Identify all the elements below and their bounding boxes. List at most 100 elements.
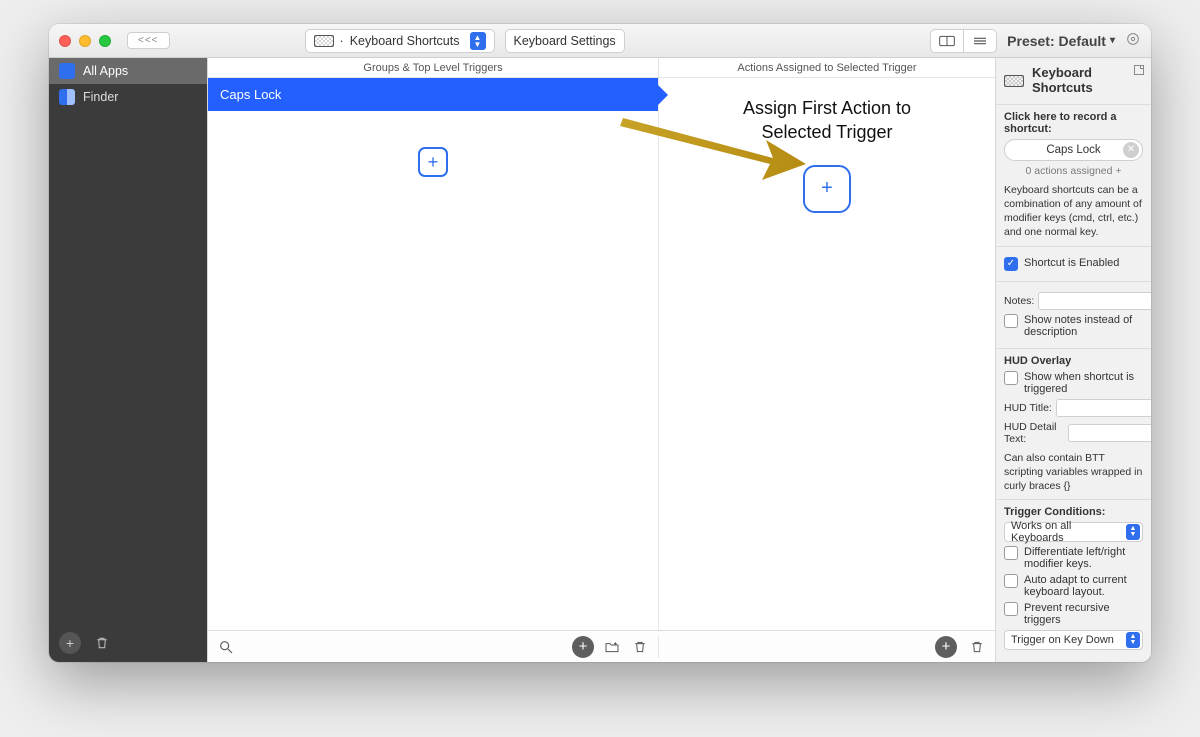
note-icon[interactable] bbox=[1133, 64, 1145, 76]
actions-header: Actions Assigned to Selected Trigger bbox=[659, 58, 995, 77]
hud-title-input[interactable] bbox=[1056, 399, 1151, 417]
sidebar-footer: + bbox=[49, 624, 207, 662]
keyboard-scope-value: Works on all Keyboards bbox=[1011, 520, 1124, 544]
view-mode-toggle bbox=[930, 29, 997, 53]
popup-arrows-icon: ▲▼ bbox=[1126, 632, 1140, 648]
globe-icon bbox=[59, 63, 75, 79]
popup-divider: · bbox=[340, 34, 344, 48]
notes-section: Notes: 😀 Show notes instead of descripti… bbox=[996, 282, 1151, 349]
shortcut-recorder[interactable]: Caps Lock ✕ bbox=[1004, 139, 1143, 161]
notes-label: Notes: bbox=[1004, 295, 1034, 307]
delete-trigger-button[interactable] bbox=[630, 637, 650, 657]
show-notes-checkbox[interactable]: Show notes instead of description bbox=[1004, 314, 1143, 338]
remove-app-button[interactable] bbox=[91, 632, 113, 654]
add-trigger-button[interactable]: + bbox=[418, 147, 448, 177]
keyboard-icon bbox=[1004, 75, 1024, 87]
window-controls bbox=[59, 35, 111, 47]
trigger-type-popup[interactable]: · Keyboard Shortcuts ▲▼ bbox=[305, 29, 495, 53]
show-notes-label: Show notes instead of description bbox=[1024, 314, 1143, 338]
checkbox-icon bbox=[1004, 546, 1018, 560]
differentiate-modifiers-checkbox[interactable]: Differentiate left/right modifier keys. bbox=[1004, 546, 1143, 570]
hud-show-checkbox[interactable]: Show when shortcut is triggered bbox=[1004, 371, 1143, 395]
add-trigger-footer-button[interactable]: + bbox=[572, 636, 594, 658]
list-icon bbox=[972, 34, 988, 48]
inspector-title: Keyboard Shortcuts bbox=[1032, 66, 1143, 96]
main-panel: Groups & Top Level Triggers Actions Assi… bbox=[207, 58, 995, 662]
preset-popup[interactable]: Preset: Default ▾ bbox=[1007, 33, 1115, 49]
hud-detail-input[interactable] bbox=[1068, 424, 1151, 442]
assign-action-title: Assign First Action to Selected Trigger bbox=[743, 96, 911, 145]
folder-plus-icon bbox=[604, 639, 620, 655]
sidebar-item-finder[interactable]: Finder bbox=[49, 84, 207, 110]
columns-icon bbox=[939, 34, 955, 48]
settings-gear-button[interactable] bbox=[1125, 31, 1141, 50]
actions-assigned-label[interactable]: 0 actions assigned + bbox=[1004, 165, 1143, 177]
key-event-value: Trigger on Key Down bbox=[1011, 634, 1114, 646]
conditions-title: Trigger Conditions: bbox=[1004, 506, 1143, 518]
main-body: Caps Lock + Assign First Action to Selec… bbox=[208, 78, 995, 630]
titlebar: <<< · Keyboard Shortcuts ▲▼ Keyboard Set… bbox=[49, 24, 1151, 58]
key-event-select[interactable]: Trigger on Key Down ▲▼ bbox=[1004, 630, 1143, 650]
notes-input[interactable] bbox=[1038, 292, 1151, 310]
checkbox-icon bbox=[1004, 602, 1018, 616]
inspector-panel: Keyboard Shortcuts Click here to record … bbox=[995, 58, 1151, 662]
hud-detail-label: HUD Detail Text: bbox=[1004, 421, 1064, 445]
triggers-column: Caps Lock + bbox=[208, 78, 659, 630]
assign-first-action-button[interactable]: + bbox=[803, 165, 851, 213]
content-area: All Apps Finder + Groups & Top Level Tri… bbox=[49, 58, 1151, 662]
cond-recursive-label: Prevent recursive triggers bbox=[1024, 602, 1143, 626]
chevron-down-icon: ▾ bbox=[1110, 35, 1115, 46]
groups-header: Groups & Top Level Triggers bbox=[208, 58, 659, 77]
checkbox-icon bbox=[1004, 574, 1018, 588]
checkbox-icon bbox=[1004, 371, 1018, 385]
finder-icon bbox=[59, 89, 75, 105]
keyboard-scope-select[interactable]: Works on all Keyboards ▲▼ bbox=[1004, 522, 1143, 542]
checkbox-icon: ✓ bbox=[1004, 257, 1018, 271]
zoom-window-button[interactable] bbox=[99, 35, 111, 47]
clear-shortcut-button[interactable]: ✕ bbox=[1123, 142, 1139, 158]
popup-arrows-icon: ▲▼ bbox=[470, 32, 486, 50]
auto-adapt-checkbox[interactable]: Auto adapt to current keyboard layout. bbox=[1004, 574, 1143, 598]
search-icon bbox=[218, 639, 234, 655]
trash-icon bbox=[969, 639, 985, 655]
record-prompt: Click here to record a shortcut: bbox=[1004, 111, 1143, 135]
shortcut-help-text: Keyboard shortcuts can be a combination … bbox=[1004, 183, 1143, 240]
search-button[interactable] bbox=[216, 637, 236, 657]
trash-icon bbox=[632, 639, 648, 655]
add-app-button[interactable]: + bbox=[59, 632, 81, 654]
hud-section: HUD Overlay Show when shortcut is trigge… bbox=[996, 349, 1151, 501]
shortcut-value: Caps Lock bbox=[1046, 144, 1100, 156]
new-folder-button[interactable] bbox=[602, 637, 622, 657]
enabled-section: ✓ Shortcut is Enabled bbox=[996, 247, 1151, 282]
actions-footer: + bbox=[659, 636, 995, 658]
hud-section-title: HUD Overlay bbox=[1004, 355, 1143, 367]
preset-label-text: Preset: Default bbox=[1007, 33, 1106, 49]
cond-auto-label: Auto adapt to current keyboard layout. bbox=[1024, 574, 1143, 598]
minimize-window-button[interactable] bbox=[79, 35, 91, 47]
cond-diff-label: Differentiate left/right modifier keys. bbox=[1024, 546, 1143, 570]
columns-view-button[interactable] bbox=[930, 29, 964, 53]
sidebar-item-all-apps[interactable]: All Apps bbox=[49, 58, 207, 84]
prevent-recursive-checkbox[interactable]: Prevent recursive triggers bbox=[1004, 602, 1143, 626]
trigger-row-capslock[interactable]: Caps Lock bbox=[208, 78, 658, 111]
trigger-conditions-section: Trigger Conditions: Works on all Keyboar… bbox=[996, 500, 1151, 656]
sidebar-item-label: All Apps bbox=[83, 64, 128, 78]
back-button[interactable]: <<< bbox=[127, 32, 170, 49]
actions-column: Assign First Action to Selected Trigger … bbox=[659, 78, 995, 630]
close-window-button[interactable] bbox=[59, 35, 71, 47]
list-view-button[interactable] bbox=[964, 29, 997, 53]
keyboard-settings-label: Keyboard Settings bbox=[514, 34, 616, 48]
trigger-type-label: Keyboard Shortcuts bbox=[350, 34, 460, 48]
keyboard-settings-button[interactable]: Keyboard Settings bbox=[505, 29, 625, 53]
keyboard-icon bbox=[314, 35, 334, 47]
shortcut-enabled-checkbox[interactable]: ✓ Shortcut is Enabled bbox=[1004, 257, 1143, 271]
add-action-footer-button[interactable]: + bbox=[935, 636, 957, 658]
app-window: <<< · Keyboard Shortcuts ▲▼ Keyboard Set… bbox=[49, 24, 1151, 662]
main-footer: + + bbox=[208, 630, 995, 662]
delete-action-button[interactable] bbox=[967, 637, 987, 657]
checkbox-icon bbox=[1004, 314, 1018, 328]
record-shortcut-section: Click here to record a shortcut: Caps Lo… bbox=[996, 105, 1151, 247]
trigger-label: Caps Lock bbox=[220, 87, 281, 102]
trash-icon bbox=[94, 635, 110, 651]
main-headers: Groups & Top Level Triggers Actions Assi… bbox=[208, 58, 995, 78]
